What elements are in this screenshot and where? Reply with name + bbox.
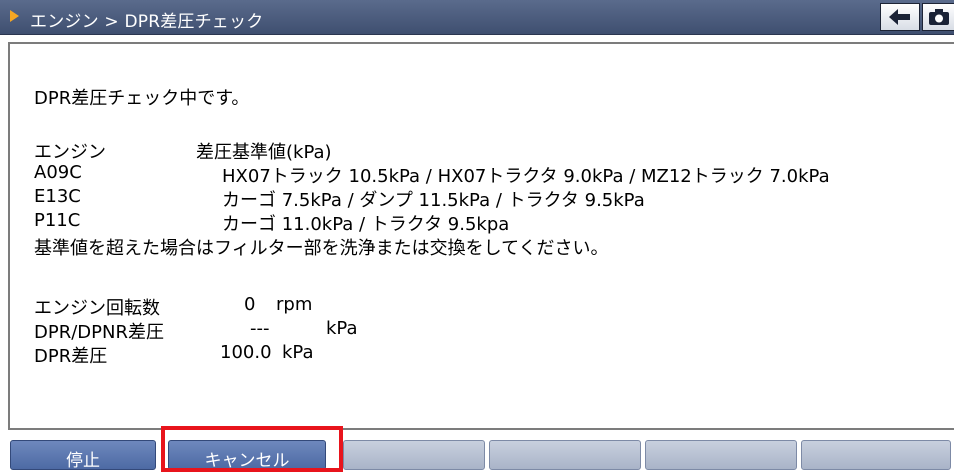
engine-values-a09c: HX07トラック 10.5kPa / HX07トラクタ 9.0kPa / MZ1… — [222, 166, 830, 187]
capture-button[interactable] — [922, 3, 954, 31]
function-button-6[interactable] — [801, 440, 951, 470]
status-message: DPR差圧チェック中です。 — [34, 88, 250, 109]
standard-header: 差圧基準値(kPa) — [196, 142, 332, 163]
function-button-3[interactable] — [343, 440, 485, 470]
instruction-text: 基準値を超えた場合はフィルター部を洗浄または交換をしてください。 — [34, 238, 609, 259]
reading-value-rpm: 0 — [244, 294, 256, 315]
cancel-highlight-frame — [161, 426, 343, 472]
reading-label-dpr: DPR差圧 — [34, 346, 108, 367]
engine-model-p11c: P11C — [34, 210, 81, 231]
camera-icon — [929, 9, 949, 25]
engine-values-p11c: カーゴ 11.0kPa / トラクタ 9.5kpa — [222, 214, 510, 235]
title-bar: エンジン > DPR差圧チェック — [0, 0, 954, 35]
breadcrumb: エンジン > DPR差圧チェック — [30, 12, 264, 32]
function-button-4[interactable] — [489, 440, 641, 470]
breadcrumb-arrow-icon — [10, 10, 19, 22]
stop-button-label: 停止 — [66, 451, 100, 471]
engine-model-a09c: A09C — [34, 162, 82, 183]
function-button-5[interactable] — [645, 440, 797, 470]
engine-model-e13c: E13C — [34, 186, 81, 207]
left-arrow-icon — [889, 9, 910, 25]
stop-button[interactable]: 停止 — [10, 440, 156, 471]
reading-unit-rpm: rpm — [276, 294, 313, 315]
reading-value-dpnr: --- — [250, 318, 270, 339]
engine-header: エンジン — [34, 142, 106, 163]
reading-label-dpnr: DPR/DPNR差圧 — [34, 322, 164, 343]
reading-label-rpm: エンジン回転数 — [34, 298, 160, 319]
reading-value-dpr: 100.0 — [220, 342, 272, 363]
reading-unit-dpr: kPa — [282, 342, 314, 363]
engine-values-e13c: カーゴ 7.5kPa / ダンプ 11.5kPa / トラクタ 9.5kPa — [222, 190, 645, 211]
function-button-bar: 停止 キャンセル — [0, 434, 954, 471]
back-button[interactable] — [880, 3, 920, 31]
reading-unit-dpnr: kPa — [326, 318, 358, 339]
content-panel: DPR差圧チェック中です。 エンジン 差圧基準値(kPa) A09C HX07ト… — [8, 42, 954, 430]
